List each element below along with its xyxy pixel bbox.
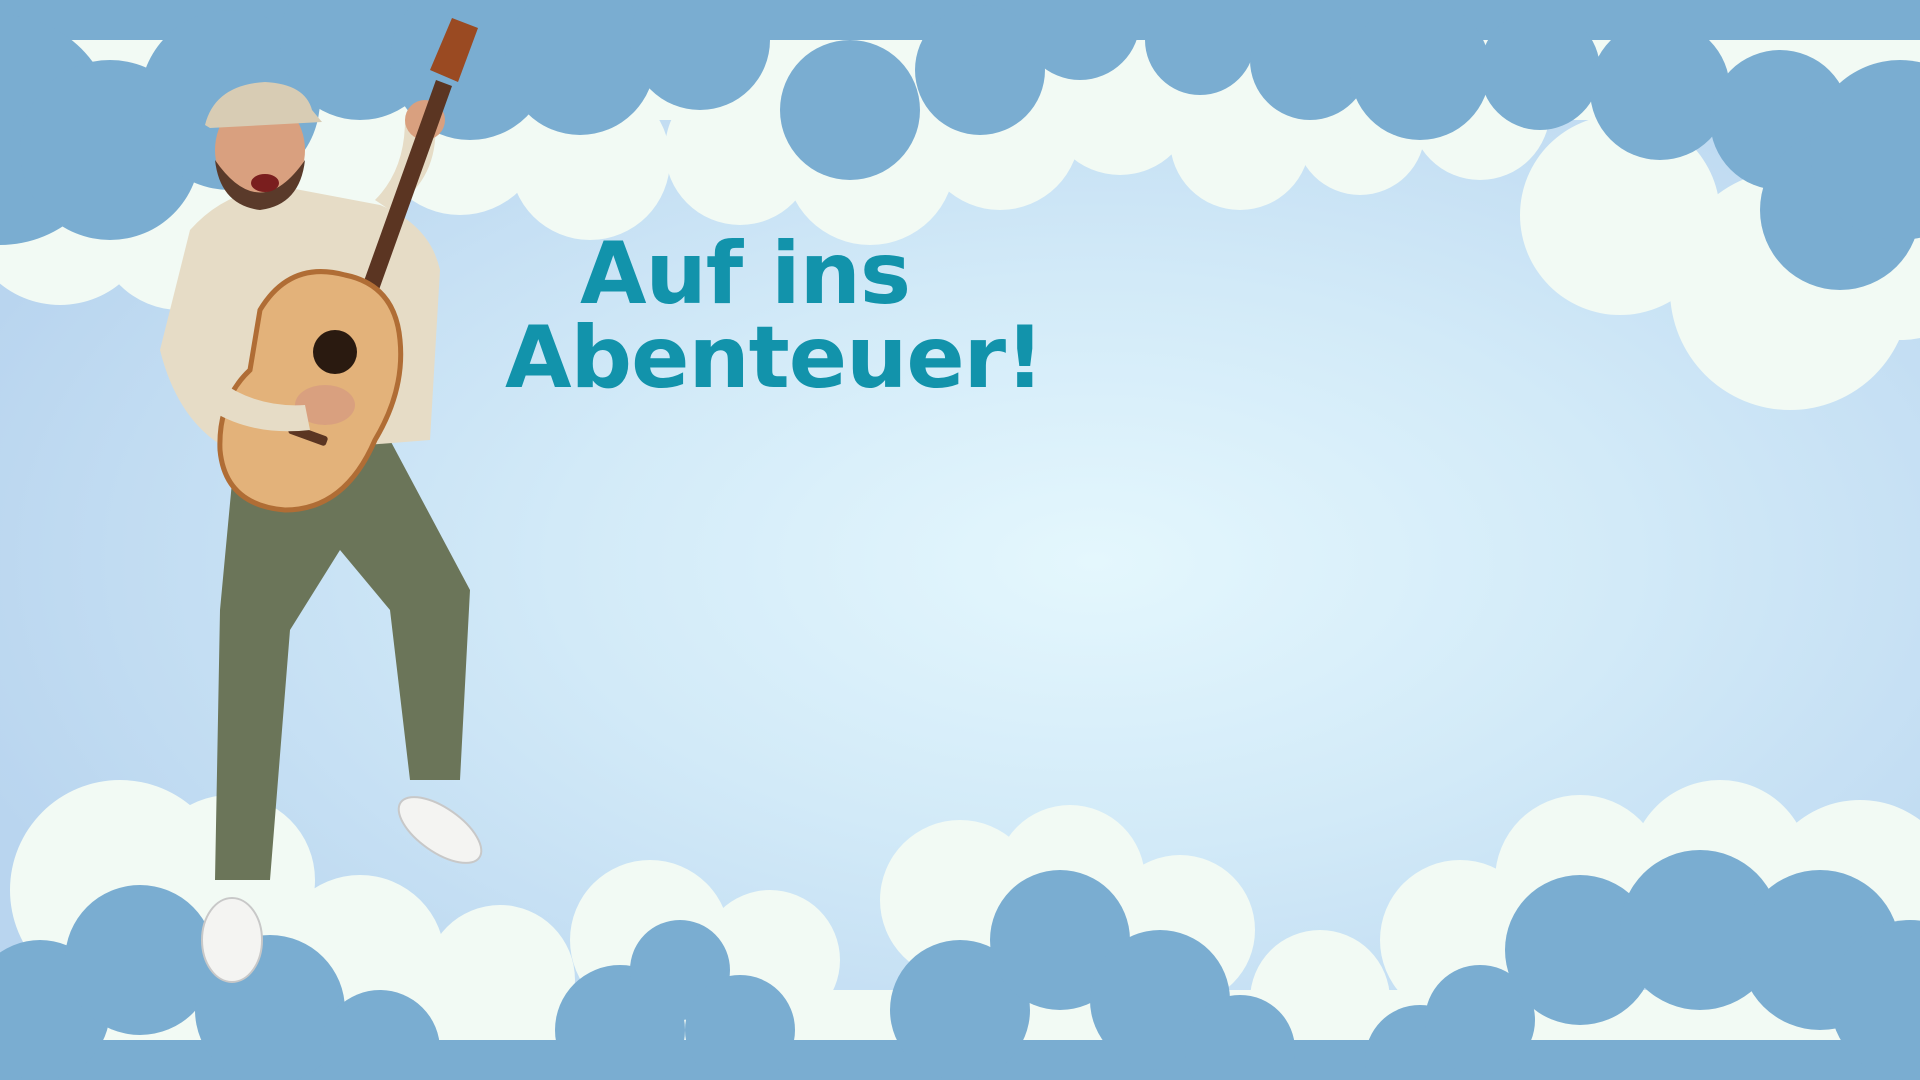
flat-cap	[205, 82, 322, 128]
guitar-headstock	[430, 18, 478, 82]
left-shoe	[201, 897, 263, 983]
headline: Auf ins Abenteuer!	[505, 224, 1044, 408]
sound-hole	[313, 330, 357, 374]
slide-canvas: Auf ins Abenteuer!	[0, 0, 1920, 1080]
right-shoe	[397, 796, 483, 864]
headline-line-1: Auf ins	[579, 224, 911, 324]
guitar-player-figure	[160, 18, 483, 983]
open-mouth	[251, 174, 279, 192]
headline-line-2: Abenteuer!	[505, 308, 1044, 408]
